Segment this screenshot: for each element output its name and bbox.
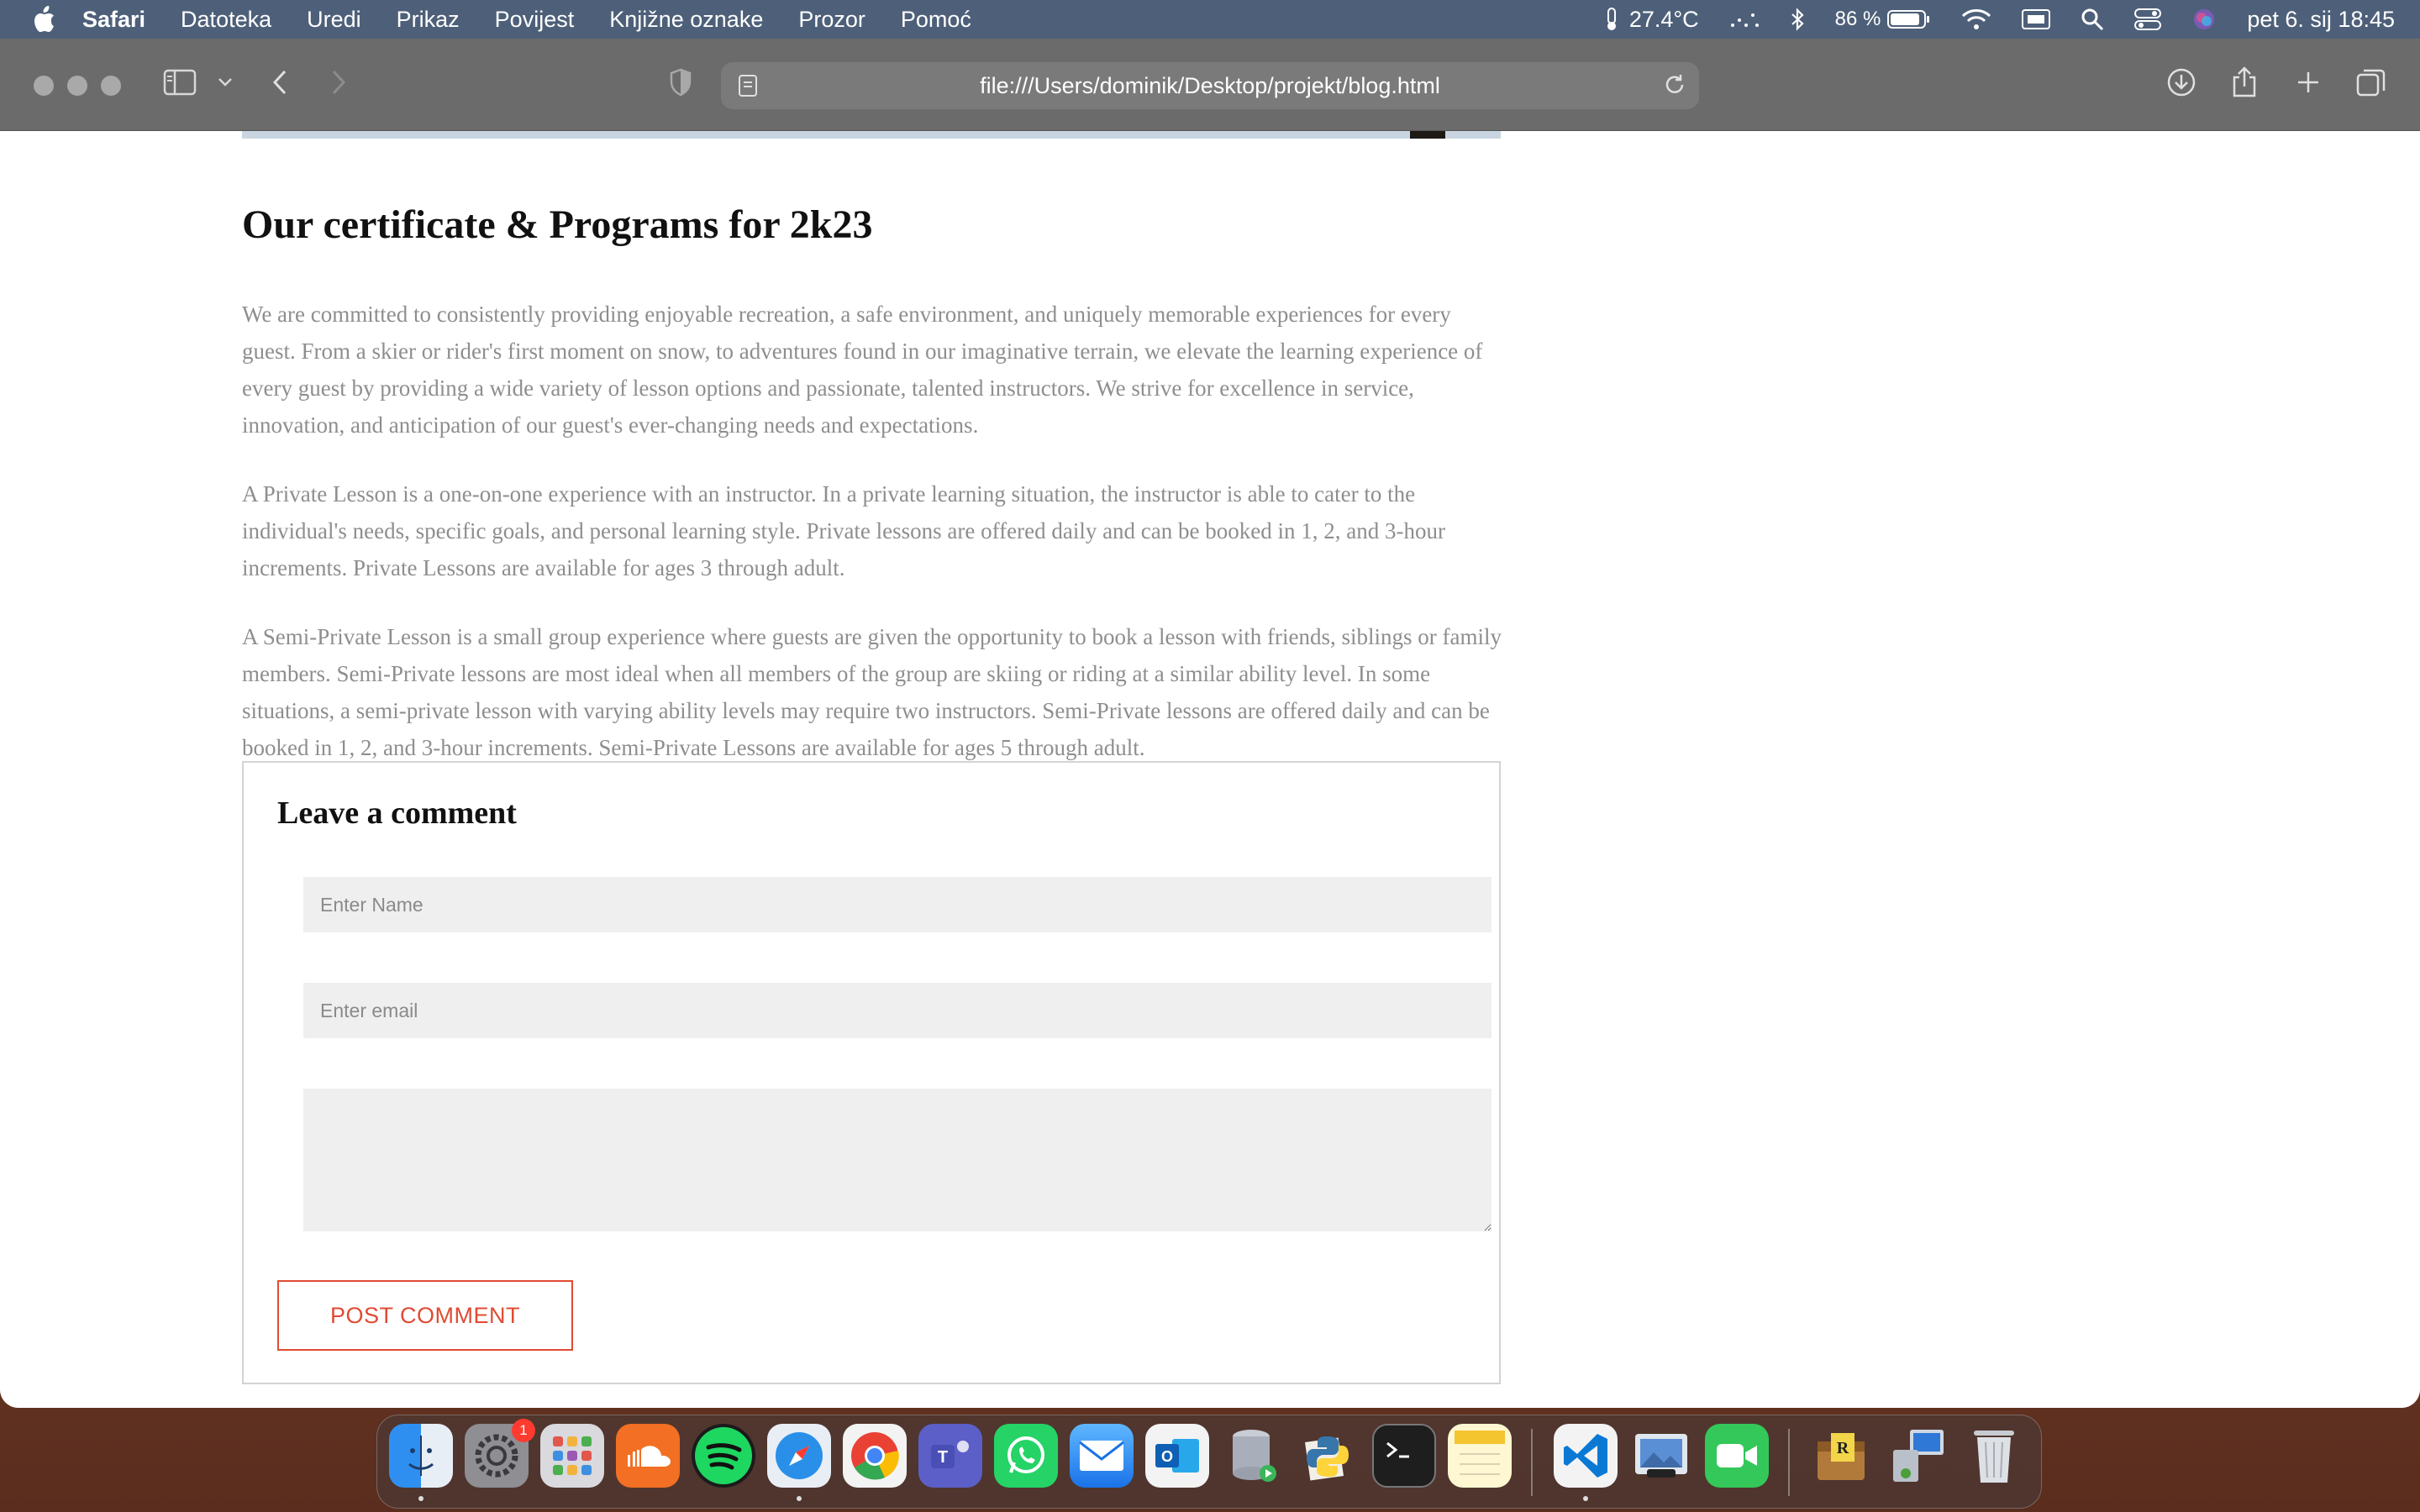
zoom-window-button[interactable] — [101, 76, 121, 96]
menu-knjizne-oznake[interactable]: Knjižne oznake — [609, 7, 763, 33]
thermometer-icon — [1607, 8, 1616, 30]
menu-povijest[interactable]: Povijest — [495, 7, 575, 33]
menu-uredi[interactable]: Uredi — [307, 7, 361, 33]
name-input[interactable] — [303, 877, 1491, 932]
browser-toolbar: file:///Users/dominik/Desktop/projekt/bl… — [0, 39, 2420, 131]
menu-datoteka[interactable]: Datoteka — [181, 7, 271, 33]
menu-pomoc[interactable]: Pomoć — [901, 7, 971, 33]
wifi-icon[interactable] — [1961, 8, 1991, 31]
temperature-status[interactable]: 27.4°C — [1601, 7, 1699, 33]
url-text: file:///Users/dominik/Desktop/projekt/bl… — [980, 72, 1440, 98]
chrome-icon[interactable] — [843, 1424, 907, 1488]
spotlight-search-icon[interactable] — [2081, 8, 2104, 31]
post-paragraph: A Semi-Private Lesson is a small group e… — [242, 624, 1502, 760]
battery-status[interactable]: 86 % — [1835, 8, 1932, 31]
python-icon[interactable] — [1297, 1424, 1360, 1488]
email-input[interactable] — [303, 983, 1491, 1038]
share-icon[interactable] — [2232, 66, 2257, 99]
battery-icon — [1887, 10, 1930, 29]
reload-icon[interactable] — [1662, 72, 1687, 103]
safari-window: file:///Users/dominik/Desktop/projekt/bl… — [0, 39, 2420, 1408]
post-title: Our certificate & Programs for 2k23 — [242, 202, 873, 247]
apple-menu-icon[interactable] — [32, 5, 57, 34]
privacy-shield-icon[interactable] — [669, 66, 692, 99]
network-utility-icon[interactable] — [1886, 1424, 1950, 1488]
whatsapp-icon[interactable] — [994, 1424, 1058, 1488]
keyboard-input-icon[interactable] — [2022, 8, 2051, 30]
bluetooth-icon[interactable] — [1790, 8, 1805, 31]
status-area: 27.4°C 86 % pet 6. sij 18:45 — [1570, 0, 2395, 39]
mail-icon[interactable] — [1070, 1424, 1134, 1488]
hero-image-bottom — [242, 131, 1501, 139]
comment-textarea[interactable] — [303, 1089, 1491, 1231]
safari-icon[interactable] — [767, 1424, 831, 1488]
tab-overview-icon[interactable] — [2356, 66, 2386, 99]
web-page: Our certificate & Programs for 2k23 We a… — [0, 131, 2420, 1408]
archive-utility-icon[interactable]: R — [1811, 1424, 1875, 1488]
comment-heading: Leave a comment — [277, 795, 517, 831]
control-center-icon[interactable] — [2134, 8, 2162, 31]
system-settings-icon[interactable]: 1 — [465, 1419, 535, 1488]
back-icon[interactable] — [271, 66, 289, 99]
svg-text:T: T — [938, 1448, 948, 1467]
menu-prikaz[interactable]: Prikaz — [397, 7, 460, 33]
terminal-icon[interactable] — [1372, 1424, 1436, 1488]
finder-icon[interactable] — [389, 1424, 453, 1488]
post-paragraph: A Private Lesson is a one-on-one experie… — [242, 481, 1445, 580]
comment-form: Leave a comment POST COMMENT — [242, 761, 1501, 1384]
notes-icon[interactable] — [1448, 1424, 1512, 1488]
menu-prozor[interactable]: Prozor — [798, 7, 865, 33]
facetime-icon[interactable] — [1705, 1424, 1769, 1488]
battery-percent: 86 % — [1834, 8, 1881, 30]
temperature-value: 27.4°C — [1628, 6, 1699, 32]
dock: 1 T O R — [376, 1415, 2042, 1509]
spotify-icon[interactable] — [692, 1424, 755, 1488]
vscode-icon[interactable] — [1554, 1424, 1618, 1488]
svg-text:R: R — [1837, 1439, 1849, 1457]
forward-icon[interactable] — [329, 66, 348, 99]
sidebar-toggle-icon[interactable] — [163, 66, 197, 99]
teams-icon[interactable]: T — [918, 1424, 982, 1488]
post-comment-button[interactable]: POST COMMENT — [277, 1280, 573, 1351]
soundcloud-icon[interactable] — [616, 1424, 680, 1488]
preview-icon[interactable] — [1629, 1424, 1693, 1488]
window-controls — [34, 76, 121, 96]
trash-icon[interactable] — [1962, 1424, 2026, 1488]
new-tab-icon[interactable] — [2296, 66, 2321, 99]
outlook-icon[interactable]: O — [1145, 1424, 1209, 1488]
siri-icon[interactable] — [2191, 7, 2217, 32]
launchpad-icon[interactable] — [540, 1424, 604, 1488]
svg-text:O: O — [1161, 1448, 1173, 1465]
menu-bar: Safari Datoteka Uredi Prikaz Povijest Kn… — [0, 0, 2420, 39]
page-icon — [738, 74, 758, 103]
downloads-icon[interactable] — [2166, 66, 2196, 99]
close-window-button[interactable] — [34, 76, 54, 96]
activity-icon[interactable] — [1729, 8, 1760, 30]
post-paragraph: We are committed to consistently providi… — [242, 302, 1483, 438]
database-icon[interactable] — [1221, 1424, 1285, 1488]
minimize-window-button[interactable] — [67, 76, 87, 96]
address-bar[interactable]: file:///Users/dominik/Desktop/projekt/bl… — [721, 62, 1699, 109]
menu-safari[interactable]: Safari — [82, 7, 145, 33]
chevron-down-icon[interactable] — [217, 66, 234, 99]
notification-badge: 1 — [512, 1419, 535, 1442]
menubar-clock[interactable]: pet 6. sij 18:45 — [2247, 7, 2395, 33]
